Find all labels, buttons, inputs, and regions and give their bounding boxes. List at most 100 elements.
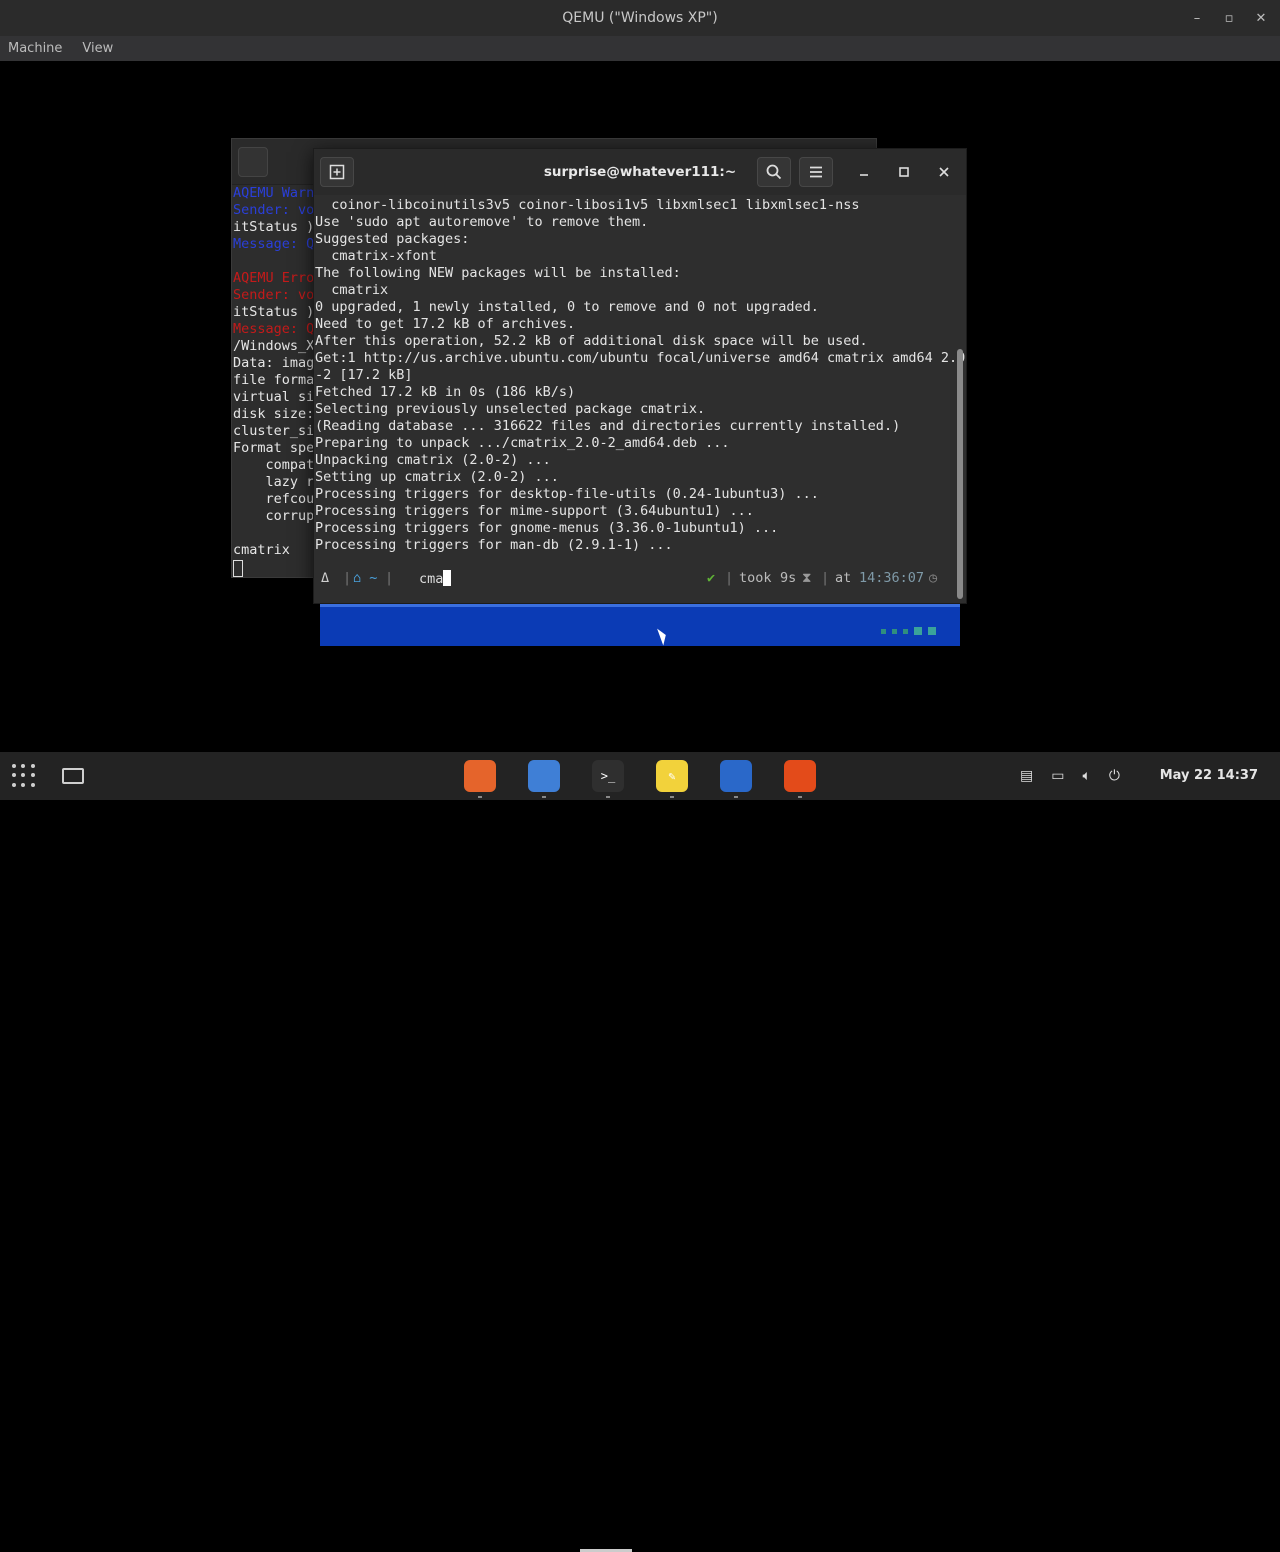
terminal-line: -2 [17.2 kB]	[315, 367, 413, 383]
prompt-time: 14:36:07	[859, 570, 925, 586]
terminal-window[interactable]: surprise@whatever111:~ coinor-libcoinuti…	[313, 148, 967, 604]
workspaces-icon[interactable]	[62, 768, 84, 784]
xp-tray	[881, 627, 936, 635]
close-icon	[939, 167, 949, 177]
terminal-scrollbar[interactable]	[957, 349, 963, 599]
terminal-line: AQEMU Erro	[233, 270, 315, 286]
running-indicator	[670, 796, 674, 798]
maximize-button[interactable]	[889, 157, 919, 187]
menu-machine[interactable]: Machine	[8, 41, 62, 56]
file-manager-icon[interactable]	[528, 760, 560, 792]
terminal-line: corrup	[233, 508, 315, 524]
display-icon[interactable]: ▭	[1051, 768, 1064, 784]
clock[interactable]: May 22 14:37	[1160, 752, 1258, 800]
status-ok-icon: ✔	[707, 570, 716, 586]
volume-icon[interactable]: 🔈︎	[1083, 768, 1091, 784]
command-text: cma	[419, 571, 444, 587]
terminal-header: surprise@whatever111:~	[314, 149, 966, 195]
terminal-line: Processing triggers for desktop-file-uti…	[315, 486, 819, 502]
clipboard-icon[interactable]: ▤	[1020, 768, 1033, 784]
bird-app-icon[interactable]	[784, 760, 816, 792]
terminal-line: Selecting previously unselected package …	[315, 401, 706, 417]
terminal-line: Processing triggers for mime-support (3.…	[315, 503, 754, 519]
terminal-line: Suggested packages:	[315, 231, 470, 247]
minimize-icon[interactable]: –	[1188, 11, 1206, 26]
terminal-line: file forma	[233, 372, 315, 388]
close-button[interactable]	[929, 157, 959, 187]
at-label: at	[835, 570, 852, 586]
terminal-icon[interactable]: >_	[592, 760, 624, 792]
terminal-line: lazy r	[233, 474, 315, 490]
terminal-line: (Reading database ... 316622 files and d…	[315, 418, 901, 434]
shell-prompt[interactable]: Δ | ⌂ ~ | cma ✔ | took 9s ⧗ | at 14:36:0…	[315, 569, 949, 589]
terminal-line: After this operation, 52.2 kB of additio…	[315, 333, 868, 349]
xp-taskbar[interactable]	[320, 604, 960, 646]
system-tray: ▤ ▭ 🔈︎ ⏻	[1020, 752, 1120, 800]
terminal-line: Processing triggers for gnome-menus (3.3…	[315, 520, 779, 536]
os-icon: Δ	[321, 570, 330, 586]
search-button[interactable]	[757, 157, 791, 187]
maximize-icon	[899, 167, 909, 177]
maximize-icon[interactable]: ▫	[1220, 11, 1238, 26]
terminal-line: Need to get 17.2 kB of archives.	[315, 316, 576, 332]
terminal-line: Format spe	[233, 440, 315, 456]
terminal-line: Sender: vo	[233, 202, 315, 218]
terminal-line: Get:1 http://us.archive.ubuntu.com/ubunt…	[315, 350, 966, 366]
took-label: took	[739, 570, 772, 586]
terminal-line: The following NEW packages will be insta…	[315, 265, 681, 281]
terminal-line: Message: Q	[233, 236, 315, 252]
terminal-line: compat	[233, 457, 315, 473]
terminal-line: Fetched 17.2 kB in 0s (186 kB/s)	[315, 384, 576, 400]
terminal-output: coinor-libcoinutils3v5 coinor-libosi1v5 …	[315, 197, 965, 554]
terminal-line: cmatrix	[233, 542, 290, 558]
power-icon[interactable]: ⏻	[1109, 768, 1120, 784]
app-grid-icon[interactable]	[12, 764, 36, 788]
new-tab-button[interactable]	[238, 147, 268, 177]
firefox-icon[interactable]	[464, 760, 496, 792]
terminal-line: disk size:	[233, 406, 315, 422]
hourglass-icon: ⧗	[802, 570, 812, 586]
terminal-line: coinor-libcoinutils3v5 coinor-libosi1v5 …	[315, 197, 860, 213]
window-title: QEMU ("Windows XP")	[562, 10, 718, 26]
terminal-line: Unpacking cmatrix (2.0-2) ...	[315, 452, 551, 468]
search-icon	[766, 164, 782, 180]
clock-icon: ◷	[929, 570, 938, 586]
menu-button[interactable]	[799, 157, 833, 187]
terminal-cursor	[443, 570, 452, 586]
back-terminal-output: AQEMU Warn Sender: vo itStatus ) Message: Q…	[233, 185, 314, 559]
terminal-line: Message: Q	[233, 321, 315, 337]
terminal-line: Processing triggers for man-db (2.9.1-1)…	[315, 537, 673, 553]
menu-view[interactable]: View	[82, 41, 113, 56]
terminal-line: refcou	[233, 491, 315, 507]
terminal-line: Use 'sudo apt autoremove' to remove them…	[315, 214, 649, 230]
running-indicator	[734, 796, 738, 798]
terminal-line: AQEMU Warn	[233, 185, 315, 201]
dock: >_ ✎ ▤ ▭ 🔈︎ ⏻ May 22 14:37	[0, 752, 1280, 1552]
command-input[interactable]: cma	[419, 570, 452, 587]
terminal-line: Data: imag	[233, 355, 315, 371]
running-indicator	[798, 796, 802, 798]
running-indicator	[478, 796, 482, 798]
minimize-button[interactable]	[849, 157, 879, 187]
running-indicator	[542, 796, 546, 798]
terminal-line: Preparing to unpack .../cmatrix_2.0-2_am…	[315, 435, 730, 451]
terminal-line: virtual si	[233, 389, 315, 405]
terminal-line: Setting up cmatrix (2.0-2) ...	[315, 469, 559, 485]
terminal-cursor	[233, 560, 243, 577]
terminal-line: 0 upgraded, 1 newly installed, 0 to remo…	[315, 299, 819, 315]
browser-icon[interactable]	[720, 760, 752, 792]
close-icon[interactable]: ✕	[1252, 11, 1270, 26]
qemu-menubar: Machine View	[0, 36, 1280, 61]
terminal-line: itStatus )	[233, 304, 315, 320]
qemu-titlebar: QEMU ("Windows XP") – ▫ ✕	[0, 0, 1280, 36]
terminal-line: /Windows_X	[233, 338, 315, 354]
terminal-line: Sender: vo	[233, 287, 315, 303]
hamburger-icon	[810, 166, 822, 178]
text-editor-icon[interactable]: ✎	[656, 760, 688, 792]
cwd-segment: ⌂ ~	[353, 570, 378, 586]
terminal-line: itStatus )	[233, 219, 315, 235]
minimize-icon	[860, 174, 868, 176]
running-indicator	[606, 796, 610, 798]
